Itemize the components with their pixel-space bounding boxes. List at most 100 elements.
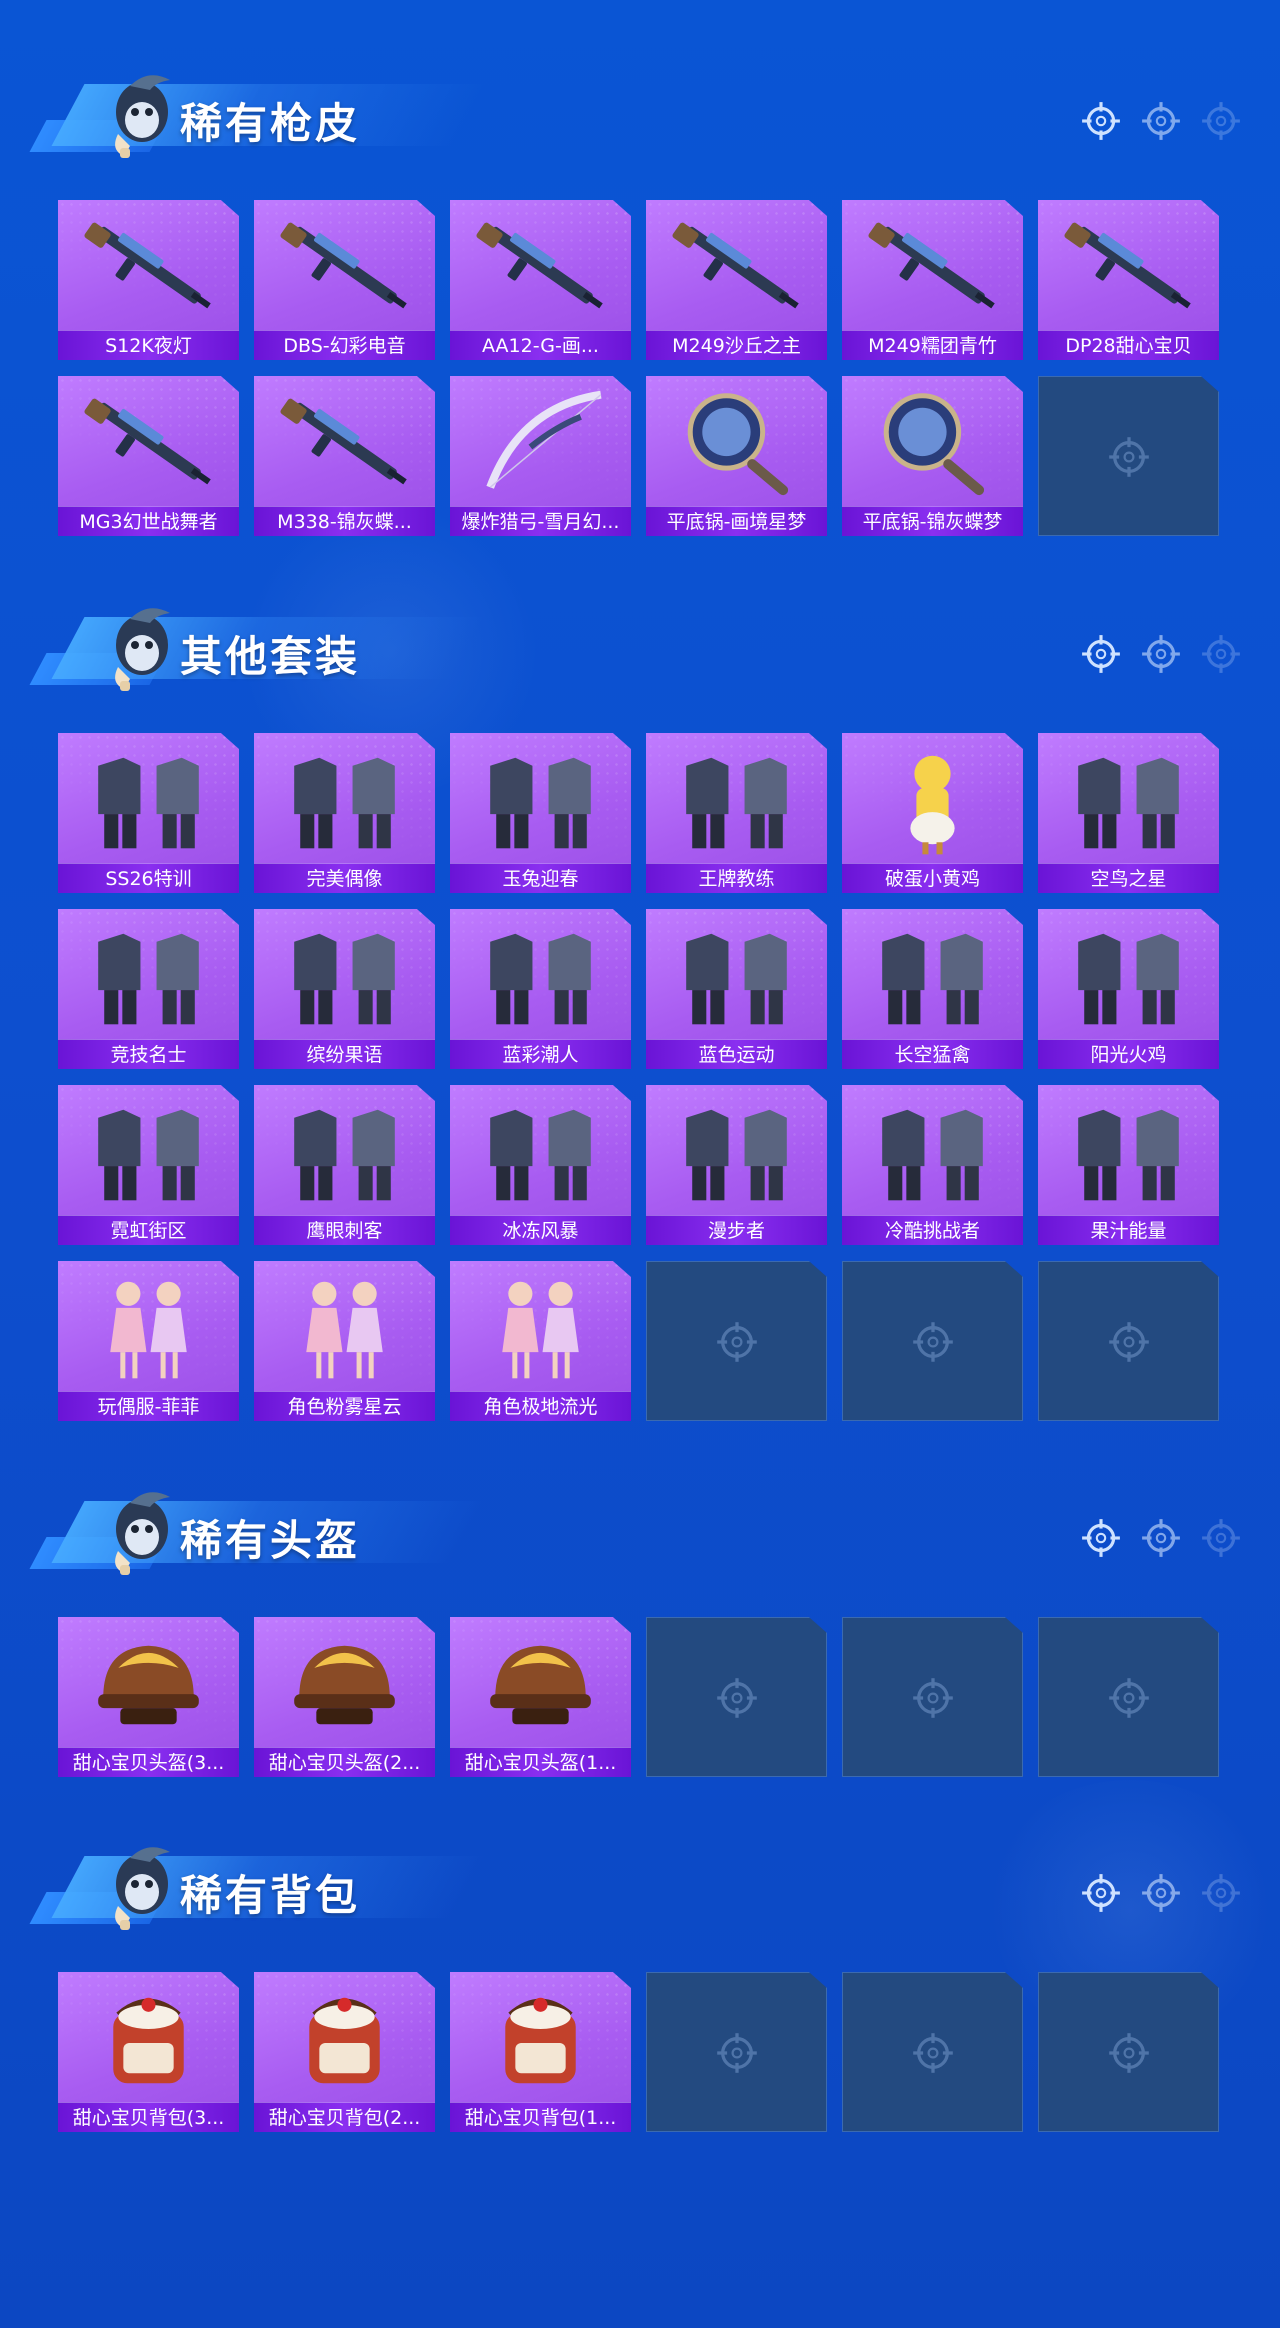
item-card[interactable]: 长空猛禽: [842, 909, 1023, 1069]
machine-gun-icon: [868, 222, 995, 309]
empty-slot-crosshair-icon: [1109, 1678, 1149, 1718]
item-card[interactable]: 甜心宝贝头盔(1...: [450, 1617, 631, 1777]
empty-slot: [1038, 1972, 1219, 2132]
item-card[interactable]: MG3幻世战舞者: [58, 376, 239, 536]
item-card[interactable]: 冰冻风暴: [450, 1085, 631, 1245]
item-card[interactable]: 平底锅-画境星梦: [646, 376, 827, 536]
item-card[interactable]: 角色极地流光: [450, 1261, 631, 1421]
outfit-icon: [294, 933, 395, 1025]
item-card[interactable]: DBS-幻彩电音: [254, 200, 435, 360]
shotgun-icon: [84, 222, 211, 309]
scope-icon: [1082, 102, 1120, 140]
item-card[interactable]: 漫步者: [646, 1085, 827, 1245]
item-label: 冷酷挑战者: [842, 1215, 1023, 1245]
item-card[interactable]: 爆炸猎弓-雪月幻...: [450, 376, 631, 536]
item-label: 完美偶像: [254, 863, 435, 893]
item-card[interactable]: SS26特训: [58, 733, 239, 893]
item-card[interactable]: 玩偶服-菲菲: [58, 1261, 239, 1421]
item-card[interactable]: 蓝色运动: [646, 909, 827, 1069]
item-label: 甜心宝贝背包(1...: [450, 2102, 631, 2132]
item-label: 空鸟之星: [1038, 863, 1219, 893]
item-card[interactable]: 甜心宝贝背包(1...: [450, 1972, 631, 2132]
character-dress-icon: [306, 1281, 383, 1379]
scope-icon: [1082, 1519, 1120, 1557]
section-title: 稀有头盔: [180, 1517, 361, 1564]
item-label: 破蛋小黄鸡: [842, 863, 1023, 893]
item-label: 爆炸猎弓-雪月幻...: [450, 506, 631, 536]
outfit-icon: [490, 1109, 591, 1201]
outfit-icon: [294, 1109, 395, 1201]
item-card[interactable]: 平底锅-锦灰蝶梦: [842, 376, 1023, 536]
item-card[interactable]: 蓝彩潮人: [450, 909, 631, 1069]
item-card[interactable]: 缤纷果语: [254, 909, 435, 1069]
scope-icon: [1142, 635, 1180, 673]
item-label: MG3幻世战舞者: [58, 506, 239, 536]
item-label: 蓝彩潮人: [450, 1039, 631, 1069]
item-card[interactable]: 冷酷挑战者: [842, 1085, 1023, 1245]
item-label: 果汁能量: [1038, 1215, 1219, 1245]
scope-icon: [1142, 1874, 1180, 1912]
empty-slot: [1038, 1261, 1219, 1421]
scope-icon: [1082, 635, 1120, 673]
item-card[interactable]: AA12-G-画...: [450, 200, 631, 360]
item-card[interactable]: 甜心宝贝头盔(2...: [254, 1617, 435, 1777]
mascot-icon: [115, 1847, 170, 1930]
section-title: 其他套装: [180, 633, 361, 680]
outfit-icon: [882, 933, 983, 1025]
item-card[interactable]: M249沙丘之主: [646, 200, 827, 360]
item-card[interactable]: 阳光火鸡: [1038, 909, 1219, 1069]
item-label: 阳光火鸡: [1038, 1039, 1219, 1069]
scope-icon: [1202, 1519, 1240, 1557]
scope-icon: [1202, 1874, 1240, 1912]
backpack-icon: [113, 1997, 184, 2084]
item-label: 霓虹街区: [58, 1215, 239, 1245]
item-label: 蓝色运动: [646, 1039, 827, 1069]
item-card[interactable]: 完美偶像: [254, 733, 435, 893]
item-label: 王牌教练: [646, 863, 827, 893]
outfit-icon: [490, 933, 591, 1025]
empty-slot-crosshair-icon: [1109, 1322, 1149, 1362]
item-card[interactable]: DP28甜心宝贝: [1038, 200, 1219, 360]
outfit-icon: [686, 1109, 787, 1201]
item-label: 角色粉雾星云: [254, 1391, 435, 1421]
machine-gun-icon: [672, 222, 799, 309]
item-card[interactable]: M338-锦灰蝶...: [254, 376, 435, 536]
item-card[interactable]: 甜心宝贝背包(3...: [58, 1972, 239, 2132]
item-card[interactable]: 玉兔迎春: [450, 733, 631, 893]
scope-icon: [1082, 1874, 1120, 1912]
item-label: 平底锅-锦灰蝶梦: [842, 506, 1023, 536]
item-card[interactable]: 鹰眼刺客: [254, 1085, 435, 1245]
item-card[interactable]: 霓虹街区: [58, 1085, 239, 1245]
empty-slot-crosshair-icon: [1109, 2033, 1149, 2073]
item-card[interactable]: 破蛋小黄鸡: [842, 733, 1023, 893]
item-label: M338-锦灰蝶...: [254, 506, 435, 536]
section-header: 稀有枪皮: [28, 50, 1268, 160]
backpack-icon: [505, 1997, 576, 2084]
item-label: 甜心宝贝背包(3...: [58, 2102, 239, 2132]
outfit-icon: [686, 933, 787, 1025]
item-card[interactable]: 角色粉雾星云: [254, 1261, 435, 1421]
outfit-icon: [882, 1109, 983, 1201]
item-card[interactable]: 竞技名士: [58, 909, 239, 1069]
item-card[interactable]: 空鸟之星: [1038, 733, 1219, 893]
outfit-icon: [98, 757, 199, 849]
item-label: M249沙丘之主: [646, 330, 827, 360]
outfit-icon: [294, 757, 395, 849]
scope-indicators: [1080, 100, 1242, 142]
doll-costume-icon: [110, 1281, 187, 1379]
shotgun-icon: [476, 222, 603, 309]
helmet-icon: [98, 1645, 199, 1725]
item-card[interactable]: 王牌教练: [646, 733, 827, 893]
item-label: M249糯团青竹: [842, 330, 1023, 360]
empty-slot: [842, 1617, 1023, 1777]
outfit-icon: [490, 757, 591, 849]
item-card[interactable]: 甜心宝贝头盔(3...: [58, 1617, 239, 1777]
item-card[interactable]: 甜心宝贝背包(2...: [254, 1972, 435, 2132]
item-card[interactable]: 果汁能量: [1038, 1085, 1219, 1245]
item-label: S12K夜灯: [58, 330, 239, 360]
section-header: 稀有背包: [28, 1822, 1268, 1932]
machine-gun-icon: [84, 398, 211, 485]
item-card[interactable]: M249糯团青竹: [842, 200, 1023, 360]
item-label: DP28甜心宝贝: [1038, 330, 1219, 360]
item-card[interactable]: S12K夜灯: [58, 200, 239, 360]
